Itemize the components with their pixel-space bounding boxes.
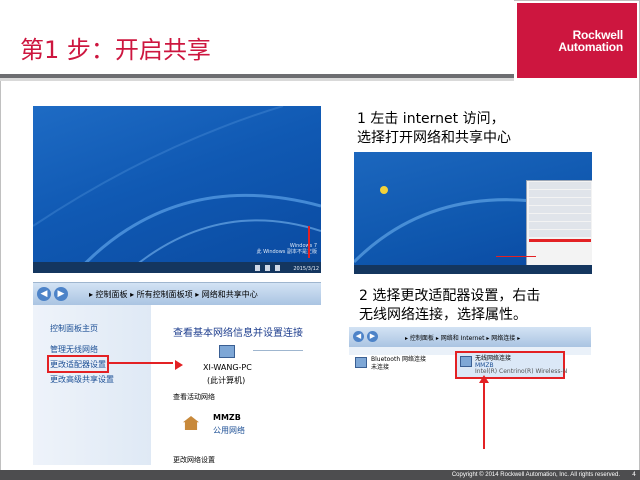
network-popup[interactable] [526,180,592,266]
highlight-marker [496,256,536,257]
wireless-connection-item[interactable]: 无线网络连接 MMZB Intel(R) Centrino(R) Wireles… [455,351,568,379]
step1-line-2: 选择打开网络和共享中心 [357,130,511,146]
step2-caption: 2 选择更改适配器设置，右击 无线网络连接，选择属性。 [359,287,540,325]
bluetooth-name[interactable]: Bluetooth 网络连接 [371,356,426,363]
bluetooth-status: 未连接 [371,364,390,371]
breadcrumb: ▸ 控制面板 ▸ 网络和 Internet ▸ 网络连接 ▸ [405,335,521,342]
connector-line [253,350,303,351]
wireless-adapter-icon [460,356,472,367]
popup-row [529,230,591,237]
left-item-sharing[interactable]: 更改高级共享设置 [50,374,114,385]
popup-row [529,214,591,221]
forward-arrow-icon[interactable]: ▶ [54,287,68,301]
copyright: Copyright © 2014 Rockwell Automation, In… [451,472,620,478]
forward-arrow-icon[interactable]: ▶ [367,331,378,342]
title-shadow-band [0,78,514,81]
home-network-icon [183,416,199,430]
left-item-wireless[interactable]: 管理无线网络 [50,344,98,355]
control-panel-screenshot: ◀ ▶ ▸ 控制面板 ▸ 所有控制面板项 ▸ 网络和共享中心 控制面板主页 管理… [33,282,321,465]
change-settings-heading: 更改网络设置 [173,456,215,464]
bluetooth-adapter-icon [355,357,367,368]
popup-row [529,206,591,213]
back-arrow-icon[interactable]: ◀ [353,331,364,342]
highlight-box [47,355,109,373]
network-menu-screenshot [354,152,592,274]
panel-heading: 查看基本网络信息并设置连接 [173,328,303,339]
step1-caption: 1 左击 internet 访问， 选择打开网络和共享中心 [357,110,511,148]
logo-line-1: Rockwell [572,27,624,42]
highlight-arrow [483,379,485,449]
taskbar [354,265,592,274]
tray-flag-icon [255,265,260,271]
address-bar: ◀ ▶ ▸ 控制面板 ▸ 所有控制面板项 ▸ 网络和共享中心 [33,283,321,305]
logo-line-2: Automation [558,39,623,54]
left-item-home[interactable]: 控制面板主页 [50,323,98,334]
open-network-center-link[interactable] [529,239,591,242]
star-icon [380,186,388,194]
highlight-arrow [109,362,173,364]
step2-line-2: 无线网络连接，选择属性。 [359,307,527,323]
computer-icon [219,345,235,358]
wireless-name: 无线网络连接 [475,355,512,362]
desktop-screenshot: Windows 7 此 Windows 副本不是正版 2015/3/12 [33,106,321,273]
address-bar: ◀ ▶ ▸ 控制面板 ▸ 网络和 Internet ▸ 网络连接 ▸ [349,327,591,347]
wireless-device: Intel(R) Centrino(R) Wireless-N [475,368,568,375]
rockwell-logo: Rockwell Automation [517,3,637,78]
taskbar-clock: 2015/3/12 [293,266,319,272]
popup-row [529,190,591,197]
highlight-marker [308,226,310,258]
network-name: MMZB [213,413,241,422]
slide-title: 第1 步：开启共享 [20,36,211,64]
breadcrumb: ▸ 控制面板 ▸ 所有控制面板项 ▸ 网络和共享中心 [89,290,258,299]
back-arrow-icon[interactable]: ◀ [37,287,51,301]
tray-volume-icon [275,265,280,271]
pc-sub: (此计算机) [207,376,246,385]
pc-name: XI-WANG-PC [203,363,252,372]
taskbar: 2015/3/12 [33,262,321,273]
popup-row [529,198,591,205]
popup-row [529,222,591,229]
step1-line-1: 1 左击 internet 访问， [357,111,505,127]
active-networks-heading: 查看活动网络 [173,393,215,401]
arrow-head [175,360,183,370]
network-type-link[interactable]: 公用网络 [213,425,245,436]
popup-row [529,182,591,189]
step2-line-1: 2 选择更改适配器设置，右击 [359,288,541,304]
page-number: 4 [632,471,636,478]
tray-network-icon[interactable] [265,265,270,271]
adapter-screenshot: ◀ ▶ ▸ 控制面板 ▸ 网络和 Internet ▸ 网络连接 ▸ Bluet… [349,327,591,465]
